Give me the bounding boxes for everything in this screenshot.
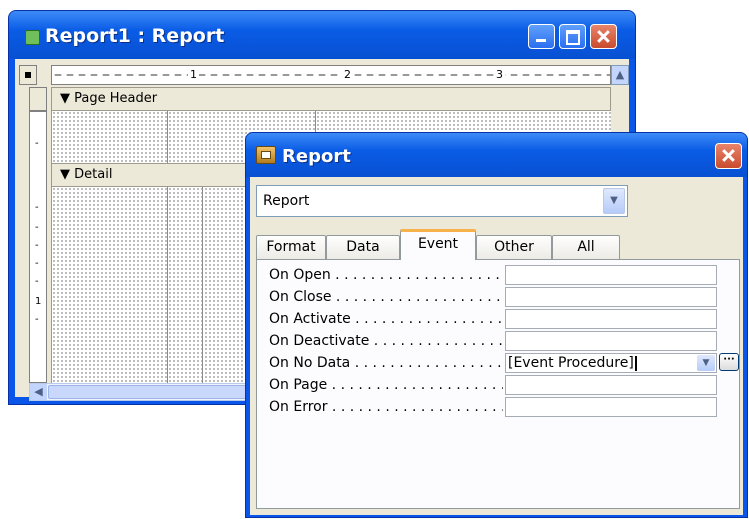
property-tabs: Format Data Event Other All bbox=[256, 229, 736, 260]
property-row-on-page: On Page . . . . . . . . . . . . . . . . … bbox=[257, 374, 739, 396]
ruler-mark: 2 bbox=[342, 67, 353, 83]
properties-icon bbox=[256, 146, 276, 164]
on-open-field[interactable] bbox=[505, 265, 717, 285]
close-report-button[interactable] bbox=[590, 24, 617, 49]
property-sheet-title: Report bbox=[282, 146, 351, 167]
report-icon bbox=[25, 30, 40, 45]
property-label: On Close . . . . . . . . . . . . . . . .… bbox=[269, 289, 503, 305]
on-close-field[interactable] bbox=[505, 287, 717, 307]
report-window-titlebar[interactable]: Report1 : Report bbox=[9, 11, 635, 59]
property-label: On No Data . . . . . . . . . . . . . . .… bbox=[269, 355, 503, 371]
property-label: On Page . . . . . . . . . . . . . . . . … bbox=[269, 377, 503, 393]
property-label: On Error . . . . . . . . . . . . . . . .… bbox=[269, 399, 503, 415]
report-selector[interactable] bbox=[19, 65, 37, 85]
tab-data[interactable]: Data bbox=[326, 235, 400, 259]
on-no-data-value: [Event Procedure] bbox=[508, 355, 634, 371]
property-label: On Activate . . . . . . . . . . . . . . … bbox=[269, 311, 503, 327]
on-page-field[interactable] bbox=[505, 375, 717, 395]
property-row-on-no-data: On No Data . . . . . . . . . . . . . . .… bbox=[257, 352, 739, 374]
chevron-down-icon[interactable]: ▼ bbox=[697, 355, 715, 371]
ruler-mark: 3 bbox=[494, 67, 505, 83]
property-sheet-body: Report ▼ Format Data Event Other All On … bbox=[250, 177, 743, 515]
close-properties-button[interactable] bbox=[715, 143, 742, 169]
builder-button[interactable]: ··· bbox=[719, 353, 739, 371]
scroll-left-icon[interactable]: ◀ bbox=[30, 384, 47, 400]
tab-all[interactable]: All bbox=[552, 235, 620, 259]
detail-label: Detail bbox=[74, 167, 113, 182]
property-row-on-deactivate: On Deactivate . . . . . . . . . . . . . … bbox=[257, 330, 739, 352]
page-header-selector[interactable] bbox=[29, 87, 47, 111]
ruler-mark: 1 bbox=[188, 67, 199, 83]
scroll-up-icon[interactable]: ▲ bbox=[611, 65, 629, 85]
maximize-button[interactable] bbox=[559, 24, 586, 49]
event-properties-panel: On Open . . . . . . . . . . . . . . . . … bbox=[256, 259, 740, 509]
property-row-on-activate: On Activate . . . . . . . . . . . . . . … bbox=[257, 308, 739, 330]
text-caret bbox=[634, 355, 637, 371]
object-selector[interactable]: Report ▼ bbox=[256, 185, 628, 217]
page-header-label: Page Header bbox=[74, 91, 158, 106]
section-arrow-icon: ▼ bbox=[60, 167, 70, 182]
object-selector-value: Report bbox=[263, 193, 310, 209]
minimize-button[interactable] bbox=[528, 24, 555, 49]
on-no-data-field[interactable]: [Event Procedure] ▼ bbox=[505, 353, 717, 373]
tab-other[interactable]: Other bbox=[476, 235, 552, 259]
on-activate-field[interactable] bbox=[505, 309, 717, 329]
property-label: On Open . . . . . . . . . . . . . . . . … bbox=[269, 267, 503, 283]
property-sheet-window: Report Report ▼ Format Data Event Other … bbox=[245, 132, 748, 518]
property-label: On Deactivate . . . . . . . . . . . . . … bbox=[269, 333, 503, 349]
chevron-down-icon[interactable]: ▼ bbox=[603, 188, 625, 214]
on-error-field[interactable] bbox=[505, 397, 717, 417]
horizontal-ruler[interactable]: 1 2 3 bbox=[51, 65, 611, 85]
tab-format[interactable]: Format bbox=[256, 235, 326, 259]
property-row-on-open: On Open . . . . . . . . . . . . . . . . … bbox=[257, 264, 739, 286]
tab-event[interactable]: Event bbox=[400, 229, 476, 260]
vertical-ruler: - - - - - - 1 - bbox=[29, 111, 47, 383]
property-row-on-close: On Close . . . . . . . . . . . . . . . .… bbox=[257, 286, 739, 308]
section-arrow-icon: ▼ bbox=[60, 91, 70, 106]
report-window-title: Report1 : Report bbox=[45, 25, 225, 47]
property-row-on-error: On Error . . . . . . . . . . . . . . . .… bbox=[257, 396, 739, 418]
on-deactivate-field[interactable] bbox=[505, 331, 717, 351]
page-header-bar[interactable]: ▼ Page Header bbox=[51, 87, 611, 111]
property-sheet-titlebar[interactable]: Report bbox=[246, 133, 747, 177]
